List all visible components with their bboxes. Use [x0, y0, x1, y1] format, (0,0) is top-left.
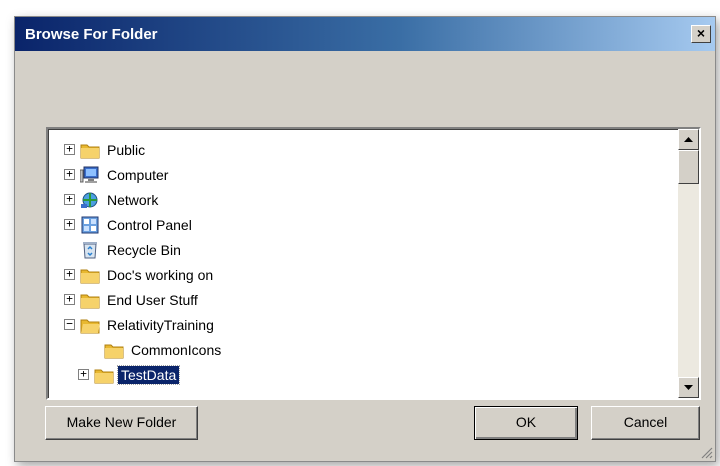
browse-folder-dialog: Browse For Folder × + Public + Computer … — [14, 16, 716, 462]
tree-item-computer[interactable]: + Computer — [48, 164, 676, 186]
expand-toggle[interactable]: + — [64, 168, 75, 180]
arrow-up-icon — [684, 137, 693, 142]
tree-item-test-data[interactable]: + TestData — [48, 364, 676, 386]
folder-icon — [104, 344, 124, 359]
folder-icon — [80, 269, 100, 284]
expand-toggle[interactable]: + — [64, 218, 75, 230]
cancel-button[interactable]: Cancel — [591, 406, 700, 440]
tree-item-public[interactable]: + Public — [48, 139, 676, 161]
expand-toggle[interactable]: + — [64, 193, 75, 205]
tree-item-label[interactable]: End User Stuff — [104, 291, 201, 309]
tree-item-common-icons[interactable]: CommonIcons — [48, 339, 676, 361]
folder-icon — [94, 369, 114, 384]
ok-button[interactable]: OK — [474, 406, 578, 440]
dialog-title: Browse For Folder — [25, 26, 158, 43]
scroll-up-button[interactable] — [678, 129, 699, 150]
tree-item-label[interactable]: RelativityTraining — [104, 316, 217, 334]
tree-item-relativity-training[interactable]: − RelativityTraining — [48, 314, 676, 336]
expand-toggle[interactable]: + — [78, 368, 89, 380]
recycle-bin-icon — [83, 242, 97, 259]
control-panel-icon — [81, 216, 99, 234]
expand-toggle[interactable]: + — [64, 143, 75, 155]
tree-item-label[interactable]: Doc's working on — [104, 266, 216, 284]
folder-icon — [80, 294, 100, 309]
tree-item-recycle-bin[interactable]: Recycle Bin — [48, 239, 676, 261]
network-icon — [81, 192, 98, 208]
scroll-thumb[interactable] — [678, 150, 699, 184]
folder-open-icon — [80, 319, 100, 334]
expand-toggle[interactable]: + — [64, 293, 75, 305]
scroll-down-button[interactable] — [678, 377, 699, 398]
close-icon: × — [696, 25, 706, 41]
resize-grip-icon[interactable] — [699, 445, 713, 459]
tree-item-label[interactable]: Control Panel — [104, 216, 195, 234]
tree-item-label-selected[interactable]: TestData — [116, 365, 181, 385]
make-new-folder-button[interactable]: Make New Folder — [45, 406, 198, 440]
expand-toggle[interactable]: + — [64, 268, 75, 280]
vertical-scrollbar[interactable] — [678, 129, 699, 398]
tree-item-label[interactable]: CommonIcons — [128, 341, 224, 359]
tree-item-label[interactable]: Public — [104, 141, 148, 159]
tree-item-label[interactable]: Network — [104, 191, 161, 209]
collapse-toggle[interactable]: − — [64, 318, 75, 330]
tree-item-control-panel[interactable]: + Control Panel — [48, 214, 676, 236]
tree-item-label[interactable]: Recycle Bin — [104, 241, 184, 259]
tree-item-label[interactable]: Computer — [104, 166, 171, 184]
folder-icon — [80, 144, 100, 159]
tree-item-end-user-stuff[interactable]: + End User Stuff — [48, 289, 676, 311]
tree-item-docs-working-on[interactable]: + Doc's working on — [48, 264, 676, 286]
computer-icon — [80, 166, 99, 183]
arrow-down-icon — [684, 385, 693, 390]
close-button[interactable]: × — [691, 25, 711, 43]
tree-item-network[interactable]: + Network — [48, 189, 676, 211]
title-bar[interactable]: Browse For Folder × — [15, 17, 715, 51]
folder-tree[interactable]: + Public + Computer + Network + Control … — [46, 127, 701, 400]
